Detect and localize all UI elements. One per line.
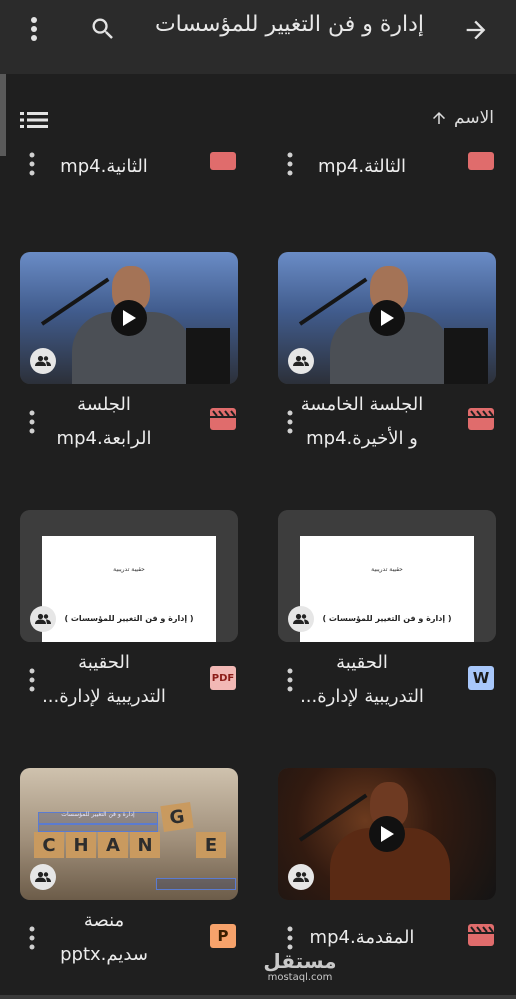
word-file-icon: W xyxy=(468,666,494,690)
play-icon xyxy=(369,300,405,336)
file-meta: P منصة سديم.pptx xyxy=(20,904,238,974)
shared-icon xyxy=(288,606,314,632)
video-file-icon xyxy=(468,152,494,170)
shared-icon xyxy=(30,606,56,632)
video-thumbnail[interactable] xyxy=(278,768,496,900)
play-icon xyxy=(111,300,147,336)
shared-icon xyxy=(288,864,314,890)
file-meta: الثانية.mp4 xyxy=(20,150,238,220)
sort-by-name-button[interactable]: الاسم xyxy=(430,108,494,128)
file-meta: الثالثة.mp4 xyxy=(278,150,496,220)
sort-label: الاسم xyxy=(454,108,494,128)
search-button[interactable] xyxy=(86,12,120,46)
more-vert-icon[interactable] xyxy=(284,926,296,950)
video-thumbnail[interactable] xyxy=(20,252,238,384)
more-vert-icon[interactable] xyxy=(284,152,296,176)
document-preview: حقيبة تدريبية ( إدارة و فن التغيير للمؤس… xyxy=(300,536,474,642)
file-meta: PDF الحقيبة التدريبية لإدارة... xyxy=(20,646,238,716)
list-view-button[interactable] xyxy=(20,108,50,134)
shared-icon xyxy=(30,348,56,374)
play-icon xyxy=(369,816,405,852)
document-preview: حقيبة تدريبية ( إدارة و فن التغيير للمؤس… xyxy=(42,536,216,642)
file-name: الحقيبة التدريبية لإدارة... xyxy=(300,652,424,707)
scrollbar[interactable] xyxy=(0,74,6,156)
more-vert-icon[interactable] xyxy=(26,668,38,692)
file-meta: الجلسة الرابعة.mp4 xyxy=(20,388,238,458)
file-name: الحقيبة التدريبية لإدارة... xyxy=(42,652,166,707)
shared-icon xyxy=(288,348,314,374)
list-view-icon xyxy=(20,112,48,128)
more-vert-icon[interactable] xyxy=(284,410,296,434)
video-file-icon xyxy=(210,152,236,170)
pdf-file-icon: PDF xyxy=(210,666,236,690)
more-vert-icon[interactable] xyxy=(26,152,38,176)
file-name: الجلسة الرابعة.mp4 xyxy=(56,394,152,449)
video-file-icon xyxy=(210,408,236,430)
video-file-icon xyxy=(468,408,494,430)
watermark-logo: مستقل mostaql.com xyxy=(263,949,337,983)
file-meta: الجلسة الخامسة و الأخيرة.mp4 xyxy=(278,388,496,458)
file-meta: W الحقيبة التدريبية لإدارة... xyxy=(278,646,496,716)
bottom-edge xyxy=(0,995,516,999)
more-vert-icon[interactable] xyxy=(26,410,38,434)
arrow-up-icon xyxy=(433,112,446,124)
shared-icon xyxy=(30,864,56,890)
file-name: منصة سديم.pptx xyxy=(60,910,148,965)
file-name: الثالثة.mp4 xyxy=(317,156,407,177)
folder-title: إدارة و فن التغيير للمؤسسات xyxy=(154,12,424,37)
file-name: الثانية.mp4 xyxy=(60,156,148,177)
more-vert-icon[interactable] xyxy=(284,668,296,692)
video-file-icon xyxy=(468,924,494,946)
presentation-thumbnail[interactable]: إدارة و فن التغيير للمؤسسات C H A N G E xyxy=(20,768,238,900)
document-thumbnail[interactable]: حقيبة تدريبية ( إدارة و فن التغيير للمؤس… xyxy=(20,510,238,642)
search-icon xyxy=(92,18,113,39)
file-name: الجلسة الخامسة و الأخيرة.mp4 xyxy=(300,394,424,449)
arrow-forward-icon xyxy=(466,20,486,40)
video-thumbnail[interactable] xyxy=(278,252,496,384)
document-thumbnail[interactable]: حقيبة تدريبية ( إدارة و فن التغيير للمؤس… xyxy=(278,510,496,642)
app-bar: إدارة و فن التغيير للمؤسسات xyxy=(0,0,516,74)
more-vert-icon[interactable] xyxy=(26,926,38,950)
pptx-file-icon: P xyxy=(210,924,236,948)
back-button[interactable] xyxy=(460,14,492,46)
more-options-button[interactable] xyxy=(22,12,46,46)
more-vert-icon xyxy=(31,17,37,41)
